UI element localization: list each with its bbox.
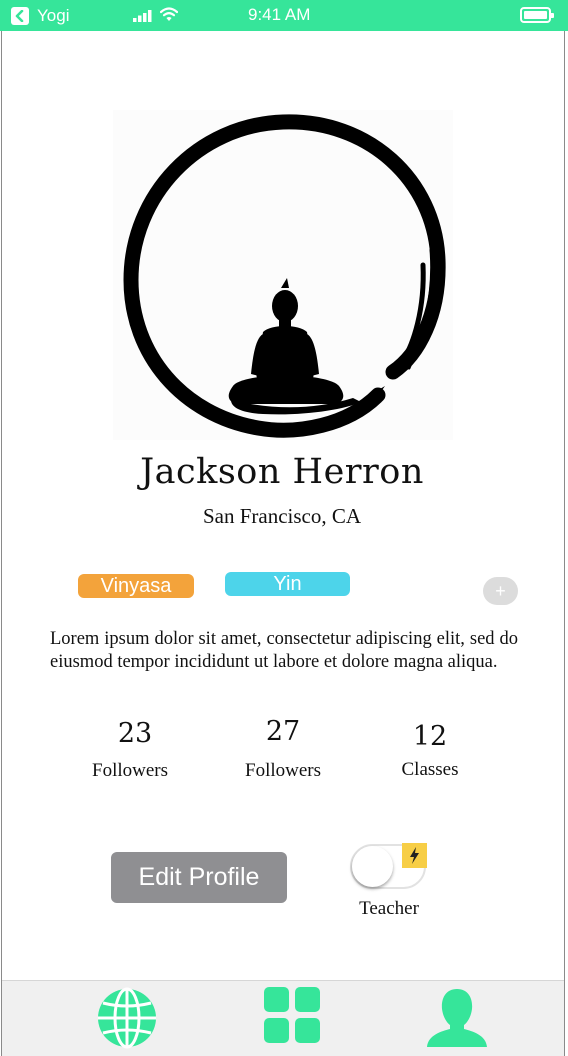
bottom-tab-bar (2, 980, 564, 1056)
tab-profile[interactable] (424, 985, 490, 1055)
add-tag-button[interactable]: + (483, 577, 518, 605)
stat-label-following: Followers (245, 760, 321, 781)
profile-location: San Francisco, CA (202, 504, 362, 528)
toggle-knob (352, 846, 393, 887)
wifi-icon (160, 7, 178, 21)
status-bar: Yogi 9:41 AM (0, 0, 568, 31)
edit-profile-button[interactable]: Edit Profile (111, 852, 287, 903)
profile-bio: Lorem ipsum dolor sit amet, consectetur … (50, 629, 518, 672)
signal-icon (133, 10, 152, 22)
tag-yin[interactable]: Yin (225, 572, 350, 596)
stat-value-following: 27 (265, 716, 301, 747)
globe-icon (98, 987, 156, 1049)
stat-label-followers: Followers (92, 760, 168, 781)
profile-avatar-logo (113, 110, 453, 440)
enso-meditation-icon (123, 114, 446, 438)
stat-value-followers: 23 (117, 718, 153, 749)
profile-icon (427, 989, 487, 1047)
status-time: 9:41 AM (248, 5, 311, 24)
chevron-left-icon (15, 10, 24, 22)
back-button[interactable] (11, 7, 29, 25)
grid-icon (264, 987, 320, 1043)
tab-dashboard[interactable] (262, 985, 322, 1049)
stat-value-classes: 12 (412, 721, 448, 752)
teacher-toggle-label: Teacher (359, 898, 419, 919)
tag-vinyasa[interactable]: Vinyasa (78, 574, 194, 598)
tab-explore[interactable] (94, 985, 160, 1055)
stat-label-classes: Classes (401, 759, 459, 780)
profile-name: Jackson Herron (140, 452, 424, 492)
lightning-bolt-icon (402, 843, 427, 868)
battery-icon (520, 7, 554, 23)
back-app-label[interactable]: Yogi (37, 6, 69, 26)
